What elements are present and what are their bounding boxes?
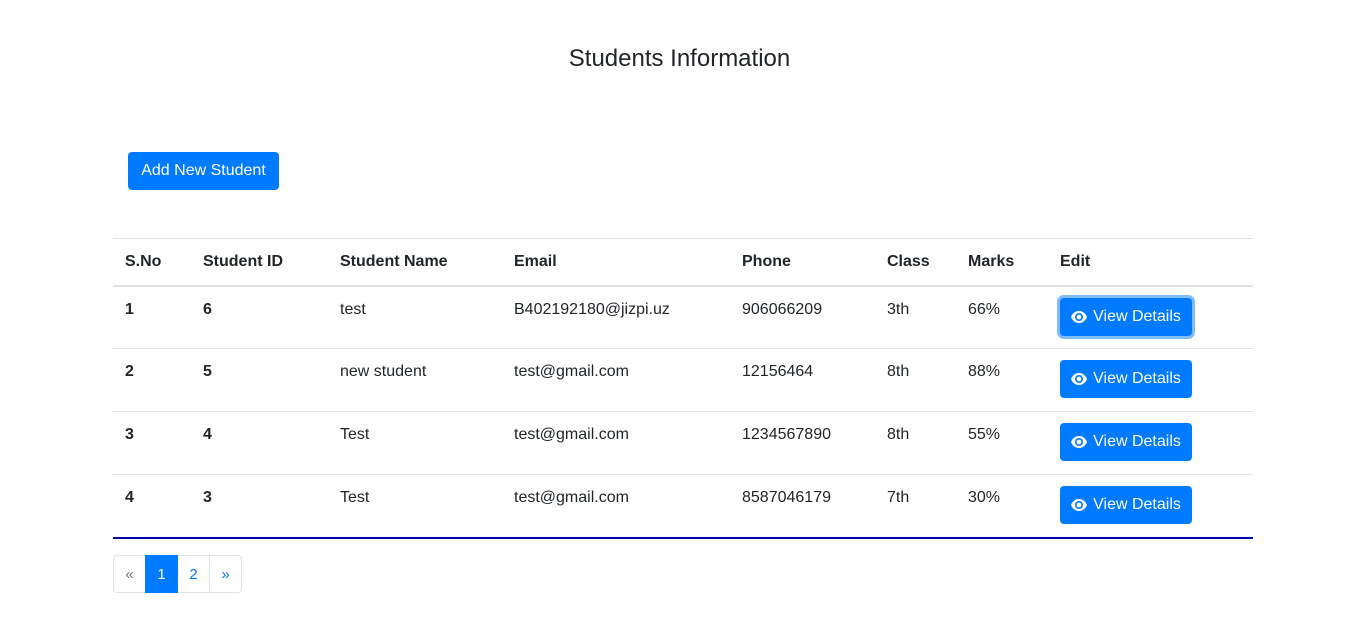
header-phone: Phone [730, 238, 875, 287]
header-class: Class [875, 238, 956, 287]
table-row: 4 3 Test test@gmail.com 8587046179 7th 30% View… [113, 474, 1253, 539]
pagination-page-2[interactable]: 2 [177, 555, 210, 593]
view-details-button[interactable]: View Details [1060, 486, 1192, 524]
header-student-name: Student Name [328, 238, 502, 287]
header-email: Email [502, 238, 730, 287]
pagination-next[interactable]: » [209, 555, 242, 593]
view-details-label: View Details [1093, 433, 1181, 450]
cell-marks: 30% [956, 474, 1048, 539]
page-title: Students Information [568, 45, 791, 72]
cell-email: test@gmail.com [502, 411, 730, 475]
table-body: 1 6 test B402192180@jizpi.uz 906066209 3th 66%… [113, 285, 1253, 539]
cell-marks: 66% [956, 285, 1048, 349]
eye-icon [1071, 499, 1088, 511]
students-table-container: S.No Student ID Student Name Email Phone… [113, 238, 1253, 539]
table-row: 2 5 new student test@gmail.com 12156464 8th 88… [113, 348, 1253, 412]
cell-student-name: test [328, 285, 502, 349]
view-details-label: View Details [1093, 496, 1181, 513]
cell-student-id: 6 [191, 285, 328, 349]
cell-marks: 88% [956, 348, 1048, 412]
cell-phone: 12156464 [730, 348, 875, 412]
cell-student-id: 5 [191, 348, 328, 412]
cell-email: test@gmail.com [502, 474, 730, 539]
cell-class: 7th [875, 474, 956, 539]
cell-marks: 55% [956, 411, 1048, 475]
cell-sno: 1 [113, 285, 191, 349]
header-sno: S.No [113, 238, 191, 287]
cell-edit: View Details [1048, 474, 1253, 539]
eye-icon [1071, 373, 1088, 385]
cell-email: test@gmail.com [502, 348, 730, 412]
cell-sno: 4 [113, 474, 191, 539]
cell-student-name: Test [328, 411, 502, 475]
cell-student-name: Test [328, 474, 502, 539]
pagination: « 1 2 » [113, 555, 242, 593]
cell-class: 8th [875, 348, 956, 412]
view-details-button[interactable]: View Details [1060, 360, 1192, 398]
cell-class: 3th [875, 285, 956, 349]
cell-student-id: 4 [191, 411, 328, 475]
pagination-prev[interactable]: « [113, 555, 146, 593]
table-header-row: S.No Student ID Student Name Email Phone… [113, 238, 1253, 287]
view-details-button[interactable]: View Details [1060, 297, 1192, 336]
cell-student-id: 3 [191, 474, 328, 539]
cell-phone: 1234567890 [730, 411, 875, 475]
view-details-button[interactable]: View Details [1060, 423, 1192, 461]
header-student-id: Student ID [191, 238, 328, 287]
cell-phone: 8587046179 [730, 474, 875, 539]
cell-sno: 2 [113, 348, 191, 412]
cell-phone: 906066209 [730, 285, 875, 349]
students-table: S.No Student ID Student Name Email Phone… [113, 238, 1253, 539]
eye-icon [1071, 310, 1088, 323]
cell-student-name: new student [328, 348, 502, 412]
table-row: 3 4 Test test@gmail.com 1234567890 8th 55% View… [113, 411, 1253, 475]
cell-sno: 3 [113, 411, 191, 475]
header-marks: Marks [956, 238, 1048, 287]
cell-edit: View Details [1048, 348, 1253, 412]
header-edit: Edit [1048, 238, 1253, 287]
eye-icon [1071, 436, 1088, 448]
view-details-label: View Details [1093, 370, 1181, 387]
cell-class: 8th [875, 411, 956, 475]
view-details-label: View Details [1093, 307, 1181, 325]
table-header: S.No Student ID Student Name Email Phone… [113, 238, 1253, 287]
cell-email: B402192180@jizpi.uz [502, 285, 730, 349]
table-row: 1 6 test B402192180@jizpi.uz 906066209 3th 66%… [113, 285, 1253, 349]
cell-edit: View Details [1048, 411, 1253, 475]
cell-edit: View Details [1048, 285, 1253, 349]
pagination-page-1[interactable]: 1 [145, 555, 178, 593]
add-new-student-button[interactable]: Add New Student [128, 152, 279, 190]
